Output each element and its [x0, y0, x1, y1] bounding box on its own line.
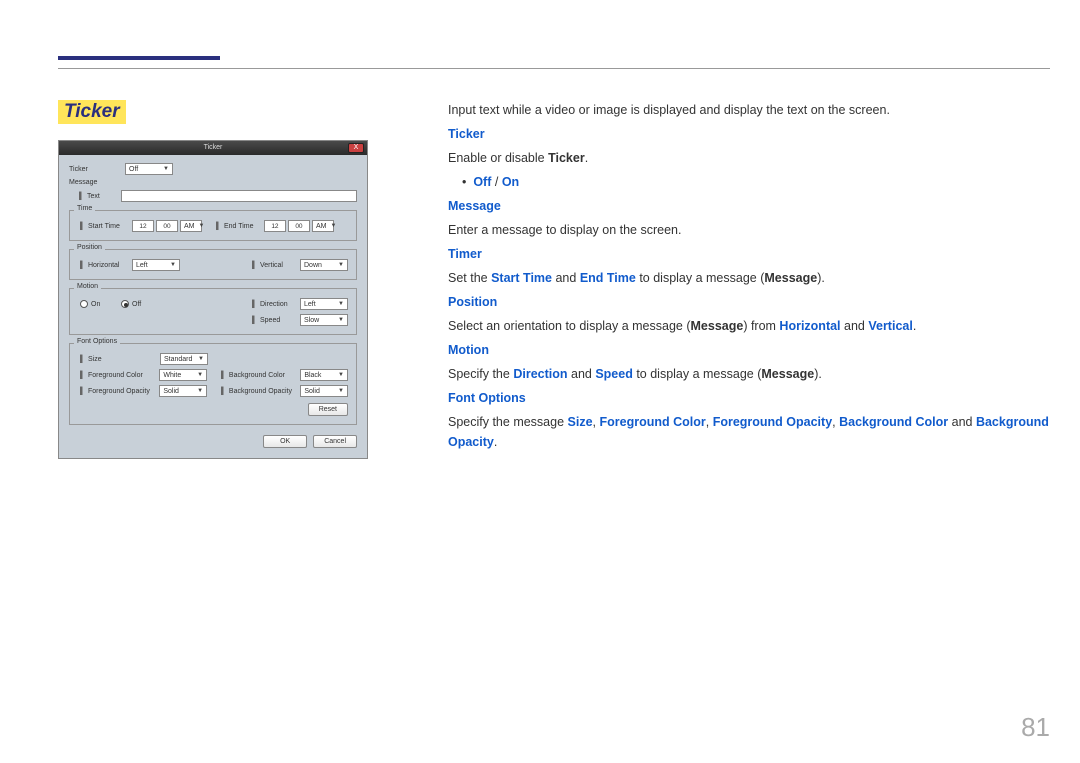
message-label: Message	[69, 179, 125, 186]
motion-on-radio[interactable]	[80, 300, 88, 308]
chevron-down-icon: ▼	[197, 388, 203, 394]
motion-off-radio[interactable]	[121, 300, 129, 308]
ticker-select[interactable]: Off▼	[125, 163, 173, 175]
font-options-group: Font Options ▌ Size Standard▼ ▌ Foregrou…	[69, 343, 357, 425]
end-hour[interactable]: 12	[264, 220, 286, 232]
position-group: Position ▌ Horizontal Left▼ ▌ Vertical D…	[69, 249, 357, 280]
fg-color-select[interactable]: White▼	[159, 369, 207, 381]
ticker-dialog: Ticker X Ticker Off▼ Message ▌ Text Time…	[58, 140, 368, 459]
horizontal-select[interactable]: Left▼	[132, 259, 180, 271]
chevron-down-icon: ▼	[170, 262, 176, 268]
bg-opacity-label: Background Opacity	[229, 388, 300, 395]
end-min[interactable]: 00	[288, 220, 310, 232]
start-time-label: Start Time	[88, 223, 132, 230]
chevron-down-icon: ▼	[338, 317, 344, 323]
header-rule	[58, 68, 1050, 69]
reset-button[interactable]: Reset	[308, 403, 348, 416]
dialog-title: Ticker	[204, 144, 223, 151]
doc-text: Input text while a video or image is dis…	[448, 100, 1050, 456]
chevron-down-icon: ▼	[163, 166, 169, 172]
text-input[interactable]	[121, 190, 357, 202]
fg-opacity-select[interactable]: Solid▼	[159, 385, 207, 397]
start-min[interactable]: 00	[156, 220, 178, 232]
bg-color-label: Background Color	[229, 372, 300, 379]
ok-button[interactable]: OK	[263, 435, 307, 448]
end-time-label: End Time	[224, 223, 264, 230]
bg-color-select[interactable]: Black▼	[300, 369, 348, 381]
speed-select[interactable]: Slow▼	[300, 314, 348, 326]
hd-motion: Motion	[448, 340, 1050, 360]
direction-label: Direction	[260, 301, 300, 308]
header-accent-bar	[58, 56, 220, 60]
speed-label: Speed	[260, 317, 300, 324]
text-label: Text	[87, 193, 121, 200]
page-number: 81	[1021, 712, 1050, 743]
chevron-down-icon: ▼	[330, 223, 336, 229]
chevron-down-icon: ▼	[338, 301, 344, 307]
intro-text: Input text while a video or image is dis…	[448, 100, 1050, 120]
chevron-down-icon: ▼	[198, 356, 204, 362]
hd-timer: Timer	[448, 244, 1050, 264]
close-icon[interactable]: X	[348, 143, 364, 153]
ticker-label: Ticker	[69, 166, 125, 173]
chevron-down-icon: ▼	[197, 372, 203, 378]
hd-message: Message	[448, 196, 1050, 216]
hd-position: Position	[448, 292, 1050, 312]
horizontal-label: Horizontal	[88, 262, 132, 269]
vertical-select[interactable]: Down▼	[300, 259, 348, 271]
size-label: Size	[88, 356, 160, 363]
chevron-down-icon: ▼	[338, 262, 344, 268]
motion-group: Motion On Off ▌ Direction Left▼ ▌ Speed …	[69, 288, 357, 335]
vertical-label: Vertical	[260, 262, 300, 269]
time-group: Time ▌ Start Time 12 00 AM▼ ▌ End Time 1…	[69, 210, 357, 241]
cancel-button[interactable]: Cancel	[313, 435, 357, 448]
page-title: Ticker	[58, 100, 126, 124]
dialog-titlebar: Ticker X	[59, 141, 367, 155]
fg-opacity-label: Foreground Opacity	[88, 388, 159, 395]
chevron-down-icon: ▼	[338, 372, 344, 378]
hd-ticker: Ticker	[448, 124, 1050, 144]
bg-opacity-select[interactable]: Solid▼	[300, 385, 348, 397]
end-ampm[interactable]: AM▼	[312, 220, 334, 232]
size-select[interactable]: Standard▼	[160, 353, 208, 365]
hd-font-options: Font Options	[448, 388, 1050, 408]
start-hour[interactable]: 12	[132, 220, 154, 232]
fg-color-label: Foreground Color	[88, 372, 159, 379]
chevron-down-icon: ▼	[338, 388, 344, 394]
dialog-body: Ticker Off▼ Message ▌ Text Time ▌ Start …	[59, 155, 367, 458]
direction-select[interactable]: Left▼	[300, 298, 348, 310]
chevron-down-icon: ▼	[198, 223, 204, 229]
start-ampm[interactable]: AM▼	[180, 220, 202, 232]
